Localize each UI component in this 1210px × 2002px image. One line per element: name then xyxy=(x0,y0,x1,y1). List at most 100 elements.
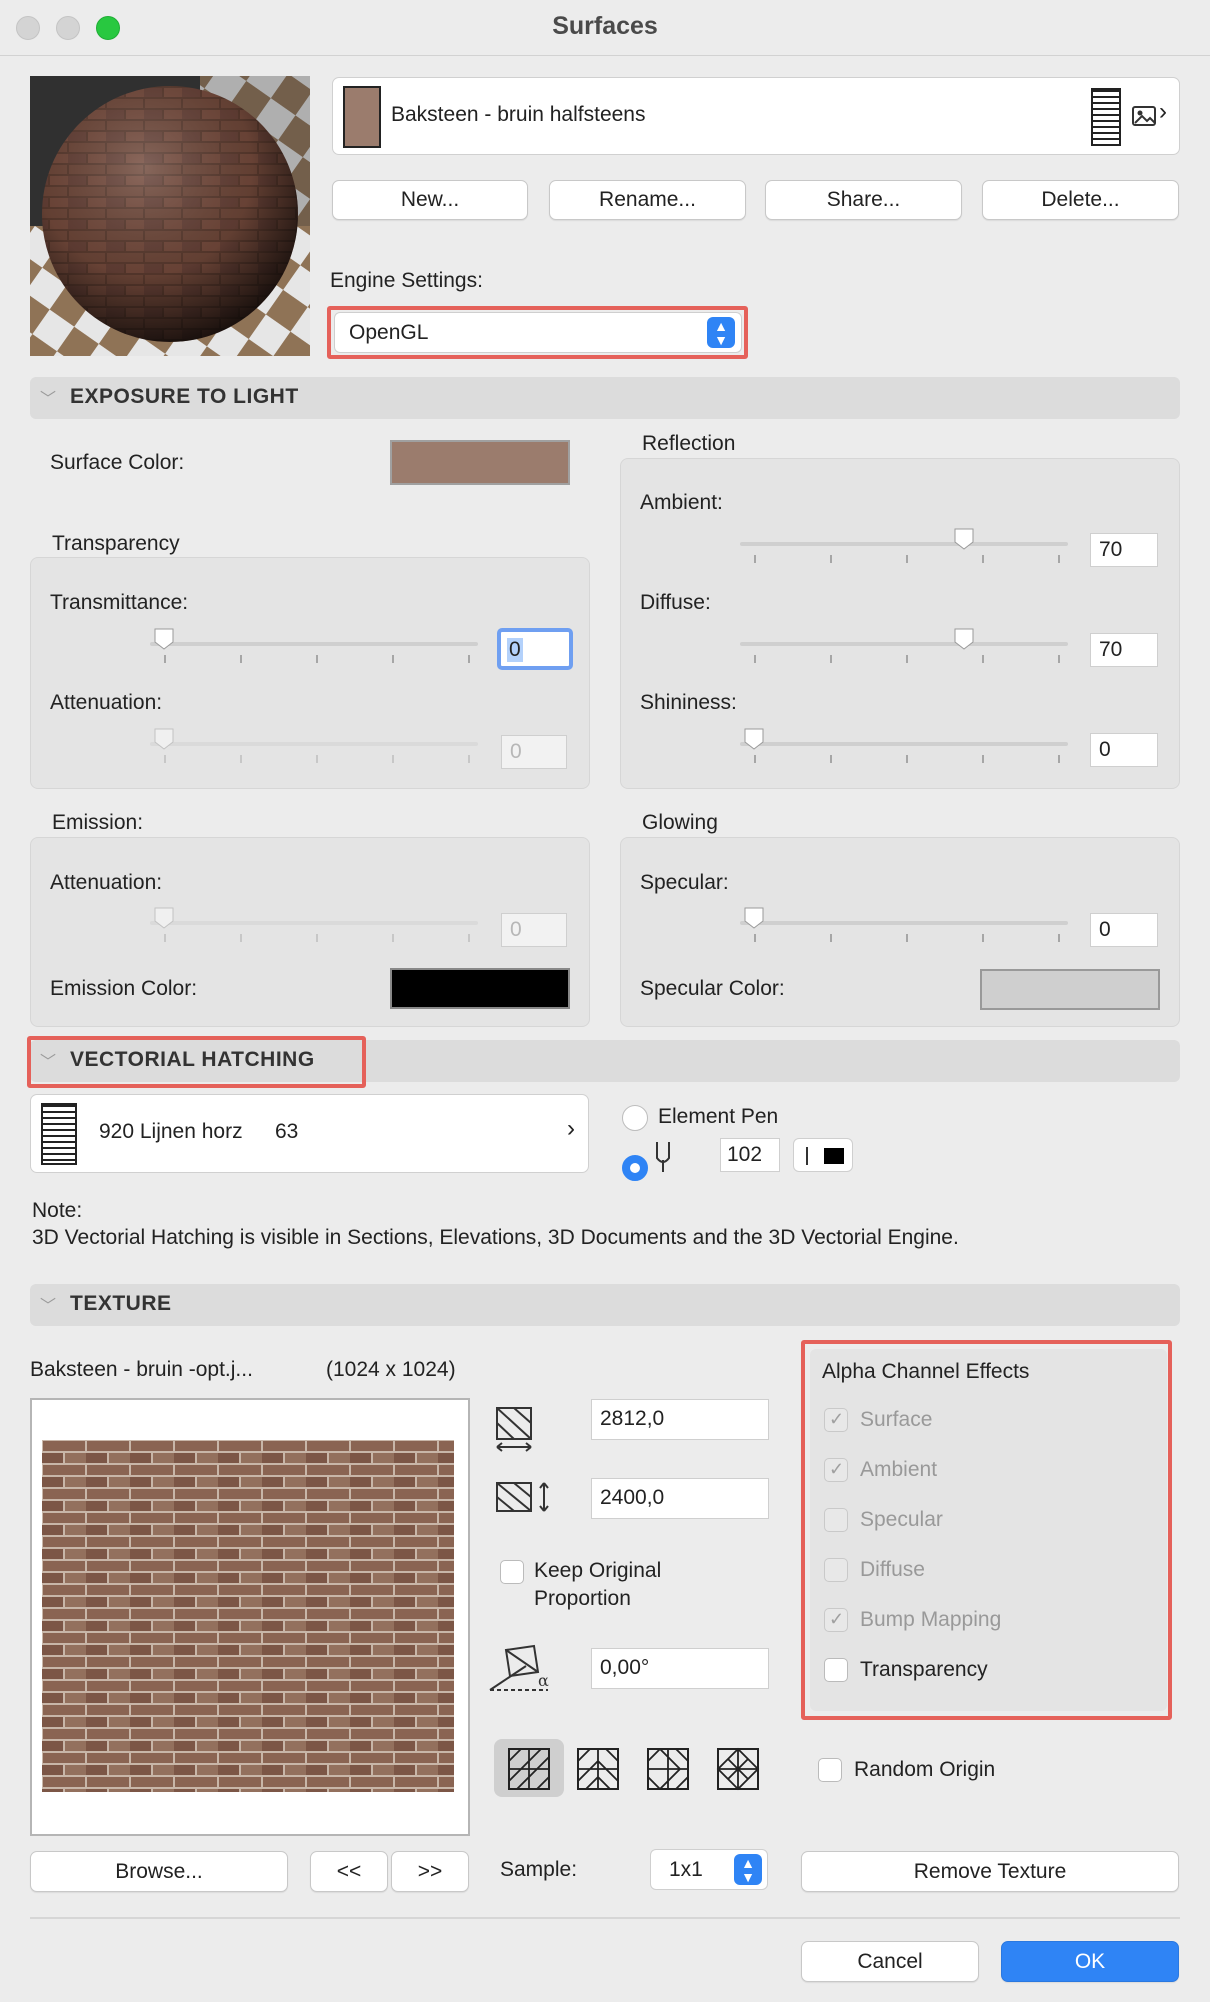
next-texture-button[interactable]: >> xyxy=(391,1851,469,1892)
tiling-mirror-x-icon[interactable] xyxy=(576,1747,620,1796)
shininess-input[interactable]: 0 xyxy=(1090,733,1158,767)
alpha-surface-label: Surface xyxy=(860,1408,933,1431)
texture-width-input[interactable]: 2812,0 xyxy=(591,1399,769,1440)
share-button[interactable]: Share... xyxy=(765,180,962,220)
surface-selector[interactable]: Baksteen - bruin halfsteens › xyxy=(332,77,1180,155)
slider-thumb-icon xyxy=(154,728,174,750)
alpha-bump-mapping-checkbox[interactable]: ✓ xyxy=(824,1608,848,1632)
transparency-attenuation-input[interactable]: 0 xyxy=(501,735,567,769)
pen-icon xyxy=(652,1140,674,1179)
engine-select[interactable]: OpenGL ▲ ▼ xyxy=(334,312,742,353)
ambient-slider[interactable] xyxy=(740,524,1070,563)
texture-section-header[interactable]: ﹀ TEXTURE xyxy=(30,1284,1180,1326)
rename-button[interactable]: Rename... xyxy=(549,180,746,220)
checkmark-icon: ✓ xyxy=(829,1459,845,1479)
sample-select[interactable]: 1x1 ▲ ▼ xyxy=(650,1849,768,1890)
glowing-title: Glowing xyxy=(642,811,718,834)
chevron-right-icon: › xyxy=(1159,98,1167,125)
browse-button[interactable]: Browse... xyxy=(30,1851,288,1892)
emission-attenuation-input[interactable]: 0 xyxy=(501,913,567,947)
footer-divider xyxy=(30,1917,1180,1919)
sample-label: Sample: xyxy=(500,1858,578,1881)
transparency-title: Transparency xyxy=(52,532,180,555)
diffuse-input[interactable]: 70 xyxy=(1090,633,1158,667)
ok-button[interactable]: OK xyxy=(1001,1941,1179,1982)
alpha-transparency-label: Transparency xyxy=(860,1658,988,1681)
pen-color-swatch xyxy=(824,1148,844,1164)
new-button[interactable]: New... xyxy=(332,180,528,220)
exposure-section-header[interactable]: ﹀ EXPOSURE TO LIGHT xyxy=(30,377,1180,419)
hatch-pattern-icon xyxy=(41,1103,77,1165)
alpha-specular-checkbox[interactable] xyxy=(824,1508,848,1532)
specular-color-label: Specular Color: xyxy=(640,977,785,1000)
surface-name: Baksteen - bruin halfsteens xyxy=(391,103,646,126)
alpha-diffuse-checkbox[interactable] xyxy=(824,1558,848,1582)
emission-attenuation-label: Attenuation: xyxy=(50,871,163,894)
updown-arrows-icon: ▲ ▼ xyxy=(707,317,735,348)
title-bar: Surfaces xyxy=(0,0,1210,56)
transmittance-input[interactable]: 0 xyxy=(497,628,573,670)
chevron-right-icon: › xyxy=(567,1115,575,1142)
texture-angle-icon: α xyxy=(488,1644,558,1699)
pen-color-button[interactable] xyxy=(793,1138,853,1172)
previous-texture-button[interactable]: << xyxy=(310,1851,388,1892)
alpha-diffuse-label: Diffuse xyxy=(860,1558,925,1581)
pen-number-input[interactable]: 102 xyxy=(720,1138,780,1172)
delete-button[interactable]: Delete... xyxy=(982,180,1179,220)
hatch-pattern-name: 920 Lijnen horz xyxy=(99,1120,243,1143)
specular-input[interactable]: 0 xyxy=(1090,913,1158,947)
emission-attenuation-slider[interactable] xyxy=(150,903,480,942)
alpha-transparency-checkbox[interactable] xyxy=(824,1658,848,1682)
custom-pen-radio[interactable] xyxy=(622,1155,648,1181)
texture-file-name: Baksteen - bruin -opt.j... xyxy=(30,1358,253,1381)
transparency-attenuation-slider[interactable] xyxy=(150,724,480,763)
alpha-surface-checkbox[interactable]: ✓ xyxy=(824,1408,848,1432)
alpha-ambient-checkbox[interactable]: ✓ xyxy=(824,1458,848,1482)
element-pen-label: Element Pen xyxy=(658,1105,779,1128)
transmittance-slider[interactable] xyxy=(150,624,480,663)
tiling-normal-button[interactable] xyxy=(494,1739,564,1797)
texture-width-icon xyxy=(494,1405,536,1458)
surfaces-dialog: Surfaces Baksteen - bruin halfsteens › N… xyxy=(0,0,1210,2002)
updown-arrows-icon: ▲ ▼ xyxy=(734,1854,762,1885)
exposure-section-title: EXPOSURE TO LIGHT xyxy=(70,385,299,408)
texture-section-title: TEXTURE xyxy=(70,1292,172,1315)
checkmark-icon: ✓ xyxy=(829,1409,845,1429)
ambient-input[interactable]: 70 xyxy=(1090,533,1158,567)
chevron-down-icon: ﹀ xyxy=(40,1298,57,1315)
emission-color-button[interactable] xyxy=(390,968,570,1009)
texture-height-input[interactable]: 2400,0 xyxy=(591,1478,769,1519)
tiling-mirror-xy-icon[interactable] xyxy=(716,1747,760,1796)
texture-angle-input[interactable]: 0,00° xyxy=(591,1648,769,1689)
surface-color-label: Surface Color: xyxy=(50,451,185,474)
slider-thumb-icon xyxy=(744,907,764,929)
keep-proportion-checkbox[interactable] xyxy=(500,1560,524,1584)
cancel-button[interactable]: Cancel xyxy=(801,1941,979,1982)
diffuse-slider[interactable] xyxy=(740,624,1070,663)
surface-preview xyxy=(30,76,310,356)
hatch-pattern-number: 63 xyxy=(275,1120,299,1143)
tiling-mirror-y-icon[interactable] xyxy=(646,1747,690,1796)
tiling-normal-icon xyxy=(508,1748,550,1790)
alpha-channel-title: Alpha Channel Effects xyxy=(822,1360,1030,1383)
alpha-ambient-label: Ambient xyxy=(860,1458,938,1481)
sample-value: 1x1 xyxy=(669,1858,703,1881)
window-title: Surfaces xyxy=(552,12,658,40)
keep-proportion-label-line1: Keep Original xyxy=(534,1559,662,1582)
random-origin-checkbox[interactable] xyxy=(818,1758,842,1782)
alpha-specular-label: Specular xyxy=(860,1508,943,1531)
element-pen-radio[interactable] xyxy=(622,1105,648,1131)
remove-texture-button[interactable]: Remove Texture xyxy=(801,1851,1179,1892)
specular-color-button[interactable] xyxy=(980,969,1160,1010)
hatching-highlight xyxy=(27,1036,366,1088)
hatch-pattern-selector[interactable]: 920 Lijnen horz 63 › xyxy=(30,1094,589,1173)
emission-title: Emission: xyxy=(52,811,144,834)
surface-color-swatch xyxy=(343,86,381,148)
slider-thumb-icon xyxy=(954,528,974,550)
shininess-slider[interactable] xyxy=(740,724,1070,763)
specular-slider[interactable] xyxy=(740,903,1070,942)
surface-color-button[interactable] xyxy=(390,440,570,485)
engine-settings-label: Engine Settings: xyxy=(330,269,483,292)
slider-thumb-icon xyxy=(744,728,764,750)
slider-thumb-icon xyxy=(154,907,174,929)
